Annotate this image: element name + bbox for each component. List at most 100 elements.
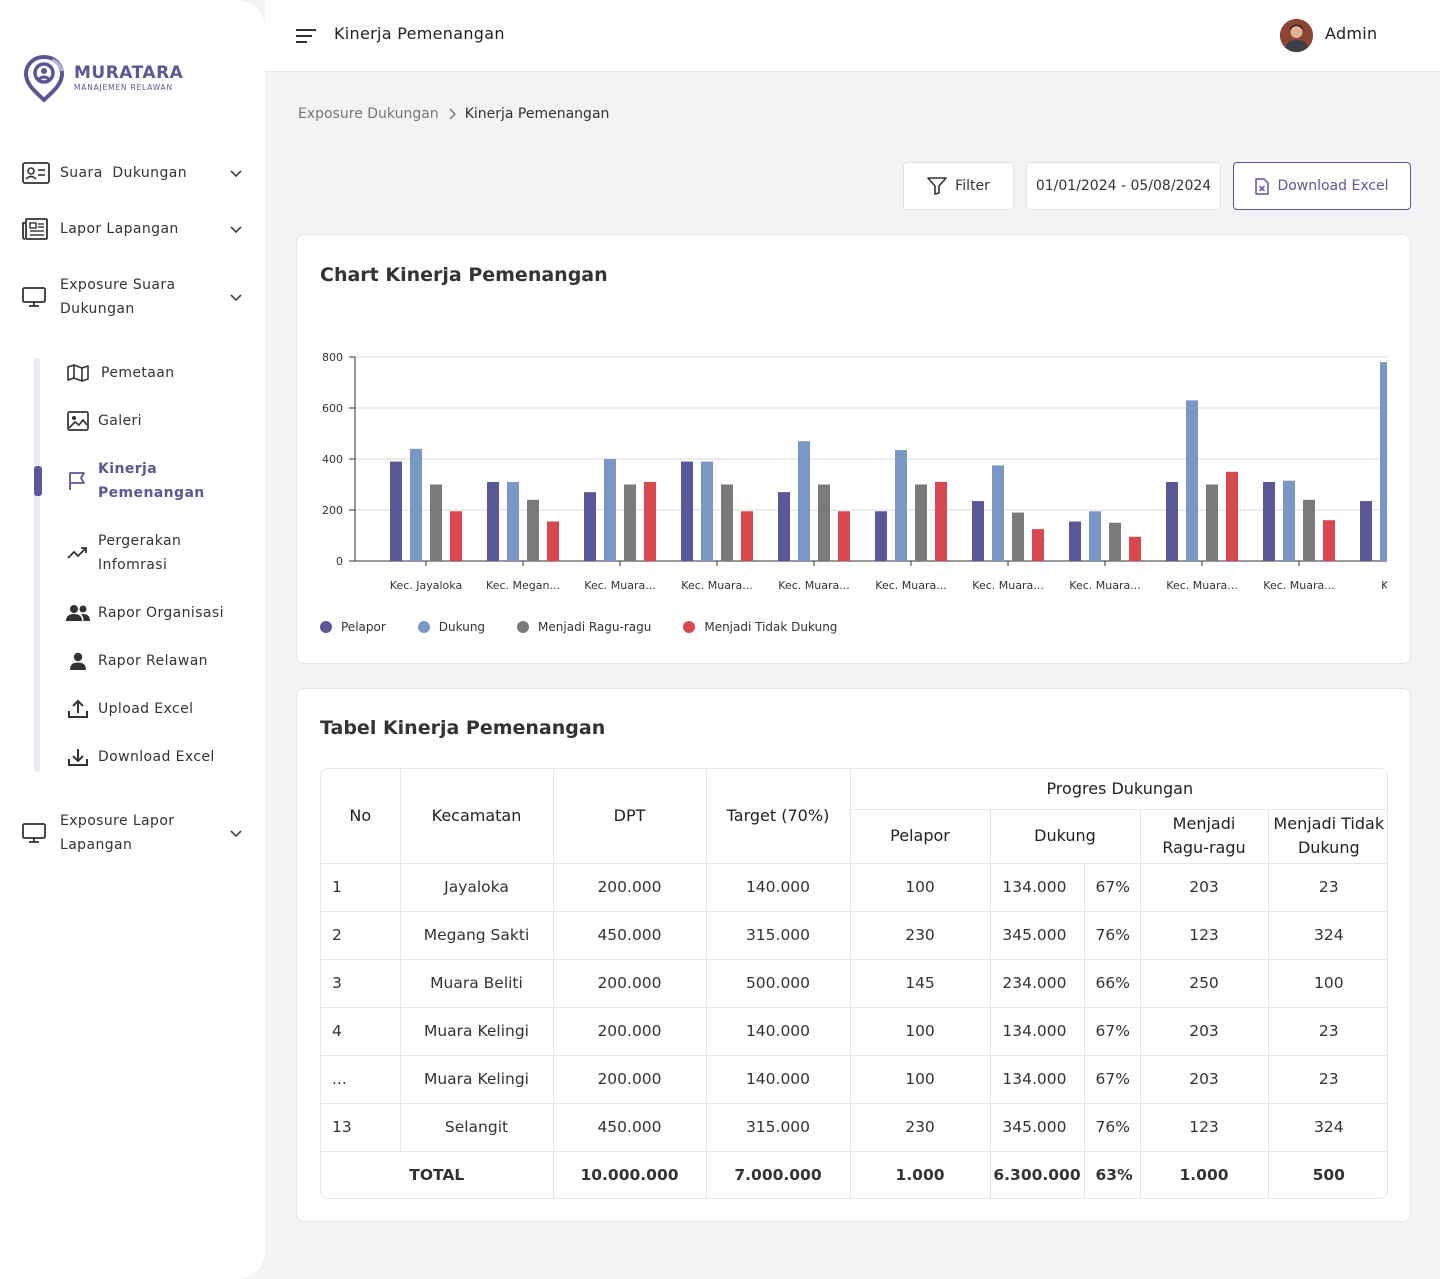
legend-item[interactable]: Menjadi Tidak Dukung	[683, 620, 837, 634]
sidebar-subitem-rapor-relawan[interactable]: Rapor Relawan	[66, 649, 256, 673]
page-title: Kinerja Pemenangan	[334, 24, 505, 43]
breadcrumb-parent[interactable]: Exposure Dukungan	[298, 106, 439, 122]
bar[interactable]	[1303, 499, 1315, 561]
table-row[interactable]: 1 Jayaloka 200.000 140.000 100 134.000 67% 203 2…	[321, 863, 1387, 912]
bar[interactable]	[1283, 480, 1295, 561]
bar[interactable]	[1069, 521, 1081, 561]
bar[interactable]	[741, 511, 753, 561]
table-row[interactable]: 3 Muara Beliti 200.000 500.000 145 234.000 66%…	[321, 959, 1387, 1008]
sidebar-subitem-download-excel[interactable]: Download Excel	[66, 745, 256, 769]
sidebar-subitem-pergerakan-infomrasi[interactable]: Pergerakan Infomrasi	[66, 529, 206, 577]
bar[interactable]	[604, 459, 616, 561]
sidebar-subitem-label: Pemetaan	[101, 365, 175, 381]
bar[interactable]	[1206, 484, 1218, 562]
table-cell: 203	[1139, 863, 1268, 912]
bar[interactable]	[1186, 400, 1198, 561]
breadcrumb: Exposure Dukungan Kinerja Pemenangan	[298, 106, 609, 122]
x-tick-label: Kec. Jayaloka	[390, 579, 462, 592]
menu-icon[interactable]	[295, 26, 317, 46]
bar[interactable]	[410, 448, 422, 561]
bar[interactable]	[507, 481, 519, 561]
bar[interactable]	[1323, 520, 1335, 561]
bar[interactable]	[838, 511, 850, 561]
bar[interactable]	[624, 484, 636, 562]
y-tick-label: 200	[322, 504, 343, 517]
bar[interactable]	[721, 484, 733, 562]
table-cell: 134.000	[989, 863, 1084, 912]
bar[interactable]	[915, 484, 927, 562]
download-excel-button[interactable]: Download Excel	[1233, 162, 1411, 210]
legend-item[interactable]: Dukung	[417, 620, 485, 634]
bar[interactable]	[1129, 536, 1141, 561]
table-row[interactable]: ... Muara Kelingi 200.000 140.000 100 134.000…	[321, 1055, 1387, 1104]
bar[interactable]	[584, 492, 596, 561]
x-tick-label: Kec. Muara...	[1166, 579, 1237, 592]
bar[interactable]	[1109, 522, 1121, 561]
table-cell: 100	[849, 1007, 990, 1056]
bar[interactable]	[701, 461, 713, 561]
logo-pin-icon	[23, 54, 65, 102]
top-header: Kinerja Pemenangan Admin	[265, 0, 1440, 72]
table-cell: 4	[321, 1007, 400, 1056]
sidebar-item-label: Suara Dukungan	[60, 165, 187, 181]
bar[interactable]	[1360, 501, 1372, 561]
sidebar-subitem-rapor-organisasi[interactable]: Rapor Organisasi	[66, 601, 256, 625]
brand-logo[interactable]: MURATARA MANAJEMEN RELAWAN	[22, 54, 183, 102]
sidebar-item-exposure-suara-dukungan[interactable]: Exposure Suara Dukungan	[22, 273, 244, 321]
filter-button[interactable]: Filter	[903, 162, 1014, 210]
table-cell: 200.000	[552, 863, 706, 912]
bar[interactable]	[935, 481, 947, 561]
sidebar-subitem-label: Galeri	[98, 413, 142, 429]
chevron-down-icon[interactable]	[228, 221, 244, 237]
bar[interactable]	[430, 484, 442, 562]
bar[interactable]	[1032, 529, 1044, 561]
user-name[interactable]: Admin	[1325, 24, 1378, 43]
chevron-down-icon[interactable]	[228, 289, 244, 305]
bar[interactable]	[895, 450, 907, 561]
table-cell: 66%	[1083, 959, 1140, 1008]
bar[interactable]	[1380, 362, 1392, 561]
chevron-down-icon[interactable]	[228, 165, 244, 181]
bar[interactable]	[644, 481, 656, 561]
bar[interactable]	[778, 492, 790, 561]
table-row[interactable]: 13 Selangit 450.000 315.000 230 345.000 76% 123…	[321, 1103, 1387, 1152]
bar[interactable]	[875, 511, 887, 561]
sidebar-item-exposure-lapor-lapangan[interactable]: Exposure Lapor Lapangan	[22, 809, 244, 857]
table-cell: 67%	[1083, 1055, 1140, 1104]
sidebar-subitem-pemetaan[interactable]: Pemetaan	[66, 361, 256, 385]
chart-card: Chart Kinerja Pemenangan 0 200 400 600 800 Ke…	[296, 234, 1411, 664]
avatar[interactable]	[1280, 19, 1313, 52]
bar[interactable]	[972, 501, 984, 561]
sidebar-item-suara-dukungan[interactable]: Suara Dukungan	[22, 161, 244, 185]
bar[interactable]	[681, 461, 693, 561]
col-header-pelapor: Pelapor	[850, 808, 991, 864]
bar[interactable]	[1012, 512, 1024, 561]
bar[interactable]	[1226, 471, 1238, 561]
bar[interactable]	[818, 484, 830, 562]
bar[interactable]	[547, 521, 559, 561]
chevron-down-icon[interactable]	[228, 825, 244, 841]
date-range-picker[interactable]: 01/01/2024 - 05/08/2024	[1026, 162, 1221, 210]
table-row[interactable]: 2 Megang Sakti 450.000 315.000 230 345.000 76%…	[321, 911, 1387, 960]
bar[interactable]	[390, 461, 402, 561]
sidebar-item-lapor-lapangan[interactable]: Lapor Lapangan	[22, 217, 244, 241]
y-tick-label: 800	[322, 351, 343, 364]
bar[interactable]	[487, 481, 499, 561]
sidebar-subitem-label: Rapor Relawan	[98, 653, 208, 669]
sidebar-subitem-kinerja-pemenangan[interactable]: Kinerja Pemenangan	[66, 457, 216, 505]
bar[interactable]	[1263, 481, 1275, 561]
legend-item[interactable]: Pelapor	[320, 620, 386, 634]
table-row[interactable]: 4 Muara Kelingi 200.000 140.000 100 134.000 67…	[321, 1007, 1387, 1056]
image-icon	[66, 409, 90, 433]
bar[interactable]	[1166, 481, 1178, 561]
table-cell: 230	[849, 911, 990, 960]
bar[interactable]	[527, 499, 539, 561]
bar[interactable]	[450, 511, 462, 561]
bar[interactable]	[1089, 511, 1101, 561]
bar[interactable]	[992, 465, 1004, 561]
bar[interactable]	[798, 441, 810, 561]
submenu-active-indicator	[34, 466, 42, 496]
sidebar-subitem-upload-excel[interactable]: Upload Excel	[66, 697, 256, 721]
legend-item[interactable]: Menjadi Ragu-ragu	[517, 620, 651, 634]
sidebar-subitem-galeri[interactable]: Galeri	[66, 409, 256, 433]
